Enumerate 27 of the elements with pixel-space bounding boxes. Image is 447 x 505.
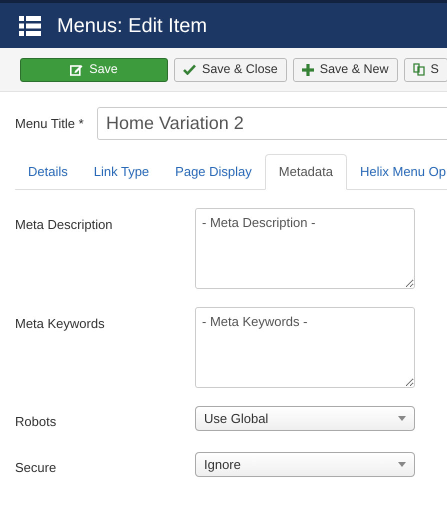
toolbar-button[interactable]: Save & Close <box>174 58 287 82</box>
caret-icon <box>398 416 406 421</box>
copy-icon <box>412 63 425 76</box>
text-area[interactable]: - Meta Description - <box>195 208 415 289</box>
page-title: Menus: Edit Item <box>57 14 208 38</box>
list-icon <box>19 16 41 36</box>
check-icon <box>183 64 196 75</box>
tab[interactable]: Metadata <box>264 154 347 190</box>
tab[interactable]: Helix Menu Op <box>346 154 447 190</box>
plus-icon <box>302 64 314 76</box>
tab[interactable]: Link Type <box>80 154 162 190</box>
field-label: Secure <box>15 459 58 477</box>
dropdown[interactable]: Use Global <box>195 406 415 431</box>
tab[interactable]: Details <box>15 154 81 190</box>
menu-title-input[interactable]: Home Variation 2 <box>97 107 447 140</box>
field-label: Robots <box>15 413 58 431</box>
toolbar-button[interactable]: Save & New <box>292 58 398 82</box>
field-label: Menu Title * <box>15 114 85 133</box>
toolbar-button[interactable]: S <box>404 58 447 82</box>
save-button[interactable]: Save <box>20 58 168 82</box>
tab[interactable]: Page Display <box>162 154 265 190</box>
text-area[interactable]: - Meta Keywords - <box>195 307 415 388</box>
field-label: Meta Description <box>15 216 114 234</box>
edit-icon <box>70 64 84 76</box>
dropdown[interactable]: Ignore <box>195 452 415 477</box>
field-label: Meta Keywords <box>15 315 106 333</box>
caret-icon <box>398 462 406 467</box>
